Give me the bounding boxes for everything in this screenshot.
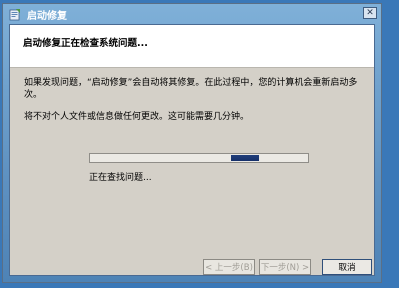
startup-repair-window: 启动修复 ✕ 启动修复正在检查系统问题... 如果发现问题，“启动修复”会自动将… (2, 3, 382, 283)
title-bar[interactable]: 启动修复 ✕ (3, 4, 381, 24)
startup-repair-icon (9, 8, 20, 20)
info-paragraph-2: 将不对个人文件或信息做任何更改。这可能需要几分钟。 (24, 112, 250, 122)
next-button[interactable]: 下一步(N) > (259, 259, 311, 275)
progress-indicator (231, 155, 259, 161)
back-button[interactable]: < 上一步(B) (203, 259, 255, 275)
client-area: 启动修复正在检查系统问题... 如果发现问题，“启动修复”会自动将其修复。在此过… (9, 24, 375, 276)
content-area: 如果发现问题，“启动修复”会自动将其修复。在此过程中，您的计算机会重新启动多次。… (24, 77, 364, 123)
status-text: 正在查找问题... (89, 173, 152, 183)
info-paragraph-1: 如果发现问题，“启动修复”会自动将其修复。在此过程中，您的计算机会重新启动多次。 (24, 78, 358, 100)
page-title: 启动修复正在检查系统问题... (23, 38, 148, 49)
cancel-button[interactable]: 取消 (322, 259, 372, 275)
window-title: 启动修复 (27, 10, 67, 22)
close-button[interactable]: ✕ (363, 7, 377, 19)
header-band: 启动修复正在检查系统问题... (10, 25, 374, 68)
progress-bar (89, 153, 309, 163)
